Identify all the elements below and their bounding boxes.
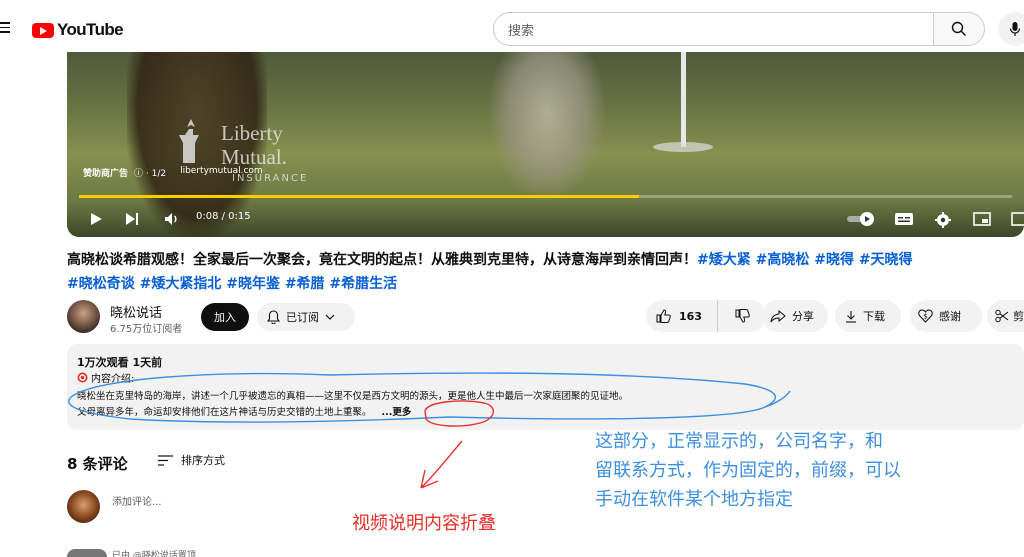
video-title-hashtags[interactable]: #晓松奇谈 #矮大紧指北 #晓年鉴 #希腊 #希腊生活 [67, 272, 397, 296]
share-icon [770, 309, 786, 322]
download-label: 下载 [863, 310, 885, 323]
volume-icon [165, 213, 177, 225]
description-line-1: 晓松坐在克里特岛的海岸，讲述一个几乎被遗忘的真相——这里不仅是西方文明的源头，更… [77, 391, 629, 402]
theater-mode-button[interactable] [1011, 212, 1024, 226]
description-intro: 内容介绍: [77, 370, 134, 385]
channel-name[interactable]: 晓松说话 [110, 302, 162, 321]
ad-link[interactable]: libertymutual.com [180, 166, 263, 179]
search-placeholder: 搜索 [508, 23, 535, 39]
description-line-2: 父母离异多年，命运却安排他们在这片神话与历史交错的土地上重聚。 ...更多 [77, 404, 411, 418]
statue-of-liberty-icon [179, 119, 199, 163]
sort-button[interactable]: 排序方式 [158, 452, 225, 468]
youtube-logo-text: YouTube [57, 20, 124, 39]
red-arrow-annotation [420, 440, 463, 489]
video-frame-hole [653, 142, 713, 152]
ad-info-bar: 赞助商广告 ⓘ · 1/2 libertymutual.com [83, 166, 263, 179]
pinned-comment-avatar [67, 549, 107, 557]
comment-count: 8 条评论 [67, 455, 128, 473]
clip-label: 剪 [1013, 310, 1024, 323]
scissors-icon [995, 309, 1009, 323]
watermark-liberty: Liberty [221, 121, 283, 145]
sort-label: 排序方式 [181, 454, 225, 467]
skip-next-icon [126, 213, 138, 225]
thanks-label: 感谢 [939, 310, 961, 323]
clip-button[interactable]: 剪 [987, 300, 1024, 332]
subtitles-icon [895, 213, 913, 225]
chevron-down-icon [325, 314, 335, 320]
dislike-button[interactable] [718, 309, 766, 323]
subscribed-label: 已订阅 [286, 311, 319, 324]
theater-mode-icon [1011, 212, 1024, 226]
voice-search-button[interactable] [998, 12, 1024, 46]
gear-icon [935, 212, 951, 228]
join-button[interactable]: 加入 [201, 303, 249, 331]
share-button[interactable]: 分享 [762, 300, 828, 332]
autoplay-toggle[interactable] [847, 212, 875, 226]
join-label: 加入 [214, 311, 236, 324]
play-icon [91, 213, 102, 225]
microphone-icon [1009, 22, 1021, 36]
channel-avatar[interactable] [67, 300, 100, 333]
like-count: 163 [679, 309, 702, 323]
menu-icon[interactable] [0, 22, 10, 34]
next-button[interactable] [125, 212, 139, 226]
subscriber-count: 6.75万位订阅者 [110, 324, 183, 335]
video-player[interactable]: Liberty Mutual. INSURANCE 赞助商广告 ⓘ · 1/2 … [67, 52, 1024, 237]
download-icon [846, 310, 856, 323]
miniplayer-button[interactable] [973, 212, 991, 226]
video-title-text: 高晓松谈希腊观感！全家最后一次聚会，竟在文明的起点！从雅典到克里特，从诗意海岸到… [67, 252, 697, 268]
pinned-comment-label: 已由 @晓松说话置顶 [112, 551, 196, 557]
blue-note-line-3: 手动在软件某个地方指定 [595, 489, 793, 510]
red-note: 视频说明内容折叠 [352, 513, 496, 534]
volume-button[interactable] [164, 212, 180, 226]
search-icon [951, 21, 966, 36]
add-comment-input[interactable]: 添加评论... [112, 493, 162, 508]
sort-icon [158, 454, 173, 466]
settings-button[interactable] [935, 212, 951, 228]
blue-note-line-1: 这部分，正常显示的，公司名字，和 [595, 431, 883, 452]
progress-fill [79, 195, 639, 198]
search-input[interactable]: 搜索 [493, 12, 933, 46]
view-count: 1万次观看 1天前 [77, 356, 163, 369]
target-icon [77, 372, 88, 383]
download-button[interactable]: 下载 [835, 300, 901, 332]
svg-text:$: $ [923, 313, 927, 321]
subscribed-button[interactable]: 已订阅 [257, 303, 355, 331]
ad-counter[interactable]: ⓘ · 1/2 [134, 166, 166, 179]
play-button[interactable] [89, 212, 103, 226]
subtitles-button[interactable] [895, 212, 913, 226]
thumbs-up-icon [656, 309, 671, 323]
miniplayer-icon [973, 212, 991, 226]
video-title-tags[interactable]: #矮大紧 #高晓松 #晓得 #天晓得 [697, 252, 913, 268]
like-dislike-group: 163 [646, 300, 766, 332]
video-title: 高晓松谈希腊观感！全家最后一次聚会，竟在文明的起点！从雅典到克里特，从诗意海岸到… [67, 248, 1024, 272]
share-label: 分享 [792, 310, 814, 323]
user-avatar [67, 490, 100, 523]
video-frame-flagpin [681, 52, 686, 147]
progress-bar[interactable] [79, 195, 1012, 198]
description-line-2-text: 父母离异多年，命运却安排他们在这片神话与历史交错的土地上重聚。 [77, 407, 372, 418]
thumbs-down-icon [735, 309, 750, 323]
youtube-play-icon [32, 22, 54, 38]
thanks-button[interactable]: $ 感谢 [910, 300, 982, 332]
video-frame-golfer [487, 52, 607, 202]
intro-label: 内容介绍: [91, 374, 135, 385]
autoplay-toggle-icon [847, 212, 874, 226]
blue-note-line-2: 留联系方式，作为固定的，前缀，可以 [595, 460, 901, 481]
youtube-logo[interactable]: YouTube [32, 20, 124, 40]
time-display: 0:08 / 0:15 [196, 211, 251, 222]
ad-label: 赞助商广告 [83, 169, 129, 179]
blue-note: 这部分，正常显示的，公司名字，和 留联系方式，作为固定的，前缀，可以 手动在软件… [595, 427, 901, 514]
heart-dollar-icon: $ [918, 309, 933, 323]
top-bar: YouTube 搜索 [0, 0, 1024, 56]
like-button[interactable]: 163 [646, 300, 718, 332]
show-more-button[interactable]: ...更多 [382, 407, 412, 418]
bell-icon [267, 310, 280, 324]
description-box[interactable]: 1万次观看 1天前 内容介绍: 晓松坐在克里特岛的海岸，讲述一个几乎被遗忘的真相… [67, 344, 1024, 430]
search-button[interactable] [933, 12, 985, 46]
